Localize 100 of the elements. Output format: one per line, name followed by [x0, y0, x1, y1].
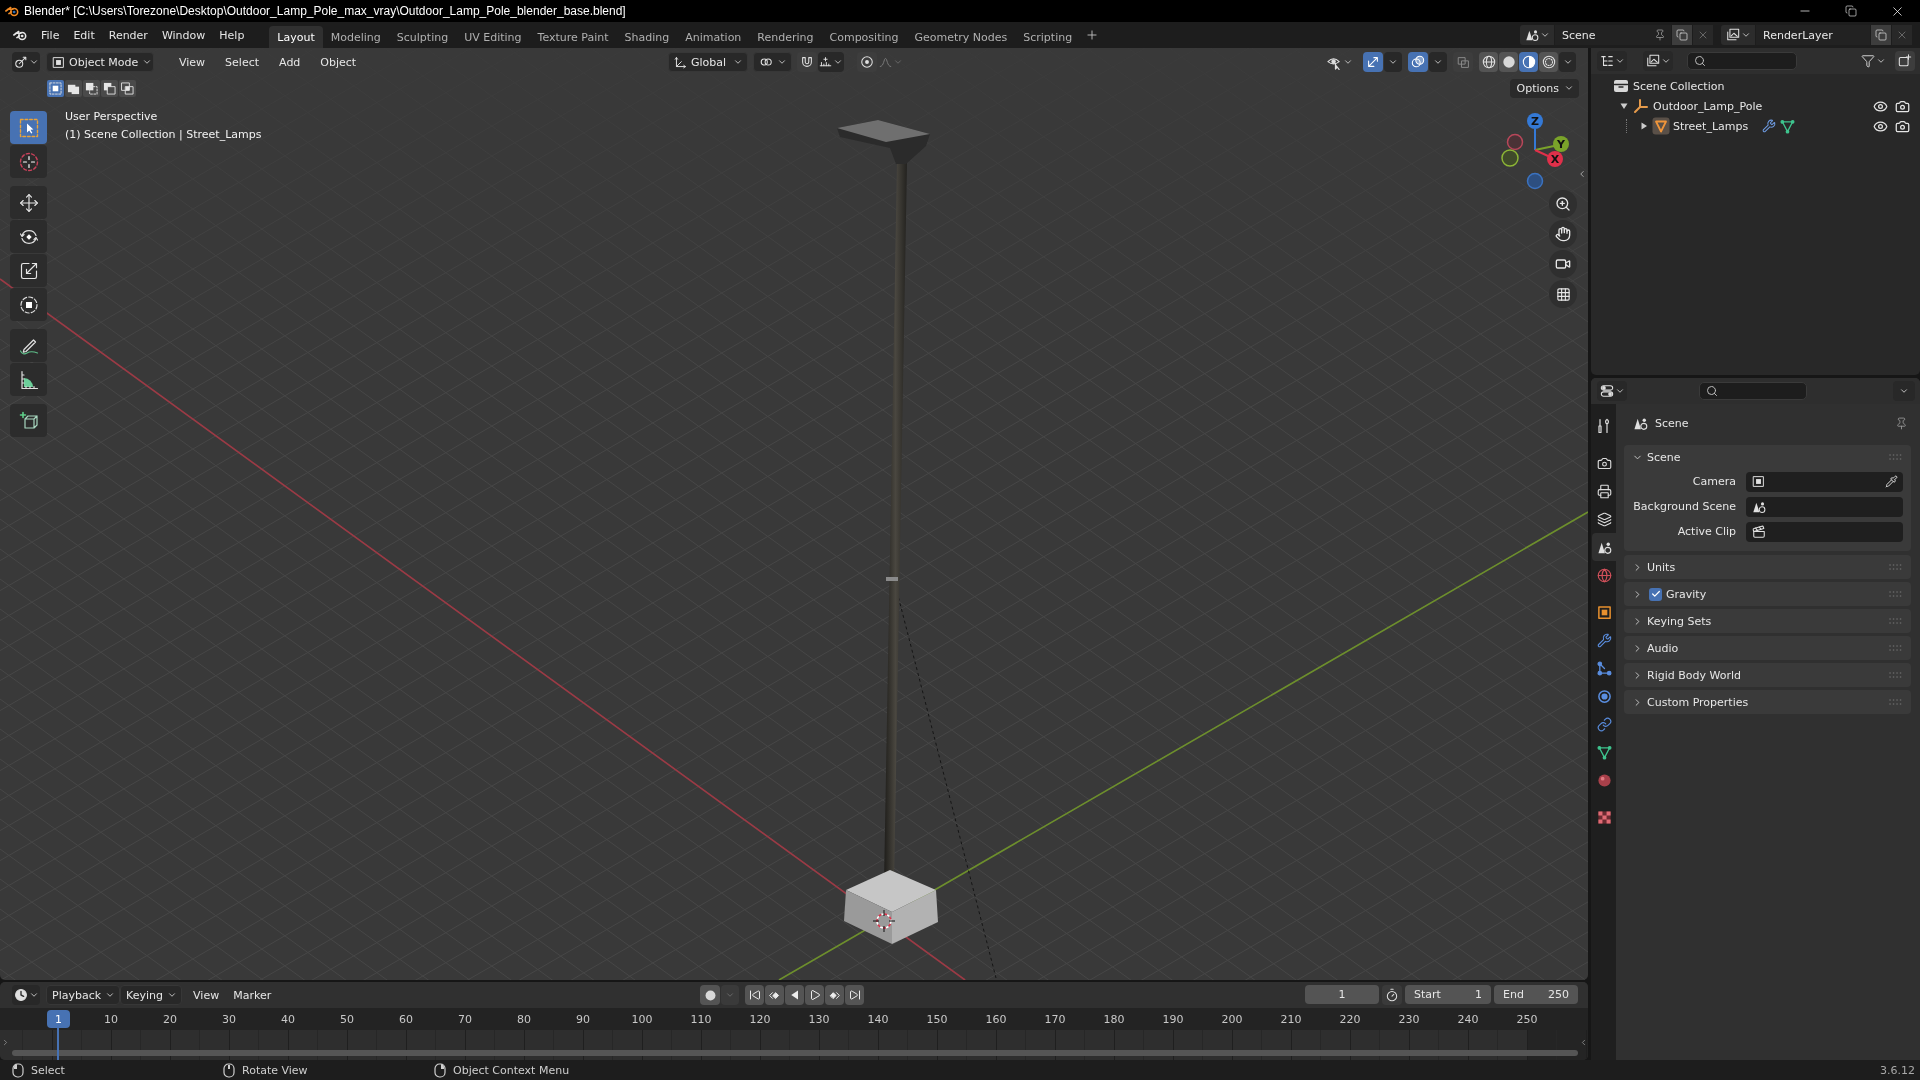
- scene-dropdown[interactable]: [1520, 25, 1554, 45]
- shading-mode-button[interactable]: [1499, 52, 1518, 72]
- previous-keyframe-button[interactable]: [765, 985, 784, 1005]
- overlays-toggle[interactable]: [1408, 52, 1428, 72]
- outliner-item[interactable]: Outdoor_Lamp_Pole: [1591, 96, 1920, 116]
- section-header[interactable]: Rigid Body World: [1624, 663, 1911, 687]
- current-frame-field[interactable]: 1: [1305, 985, 1379, 1004]
- play-reverse-button[interactable]: [785, 985, 804, 1005]
- end-frame-field[interactable]: End 250: [1494, 985, 1578, 1004]
- negative-y-handle[interactable]: [1501, 149, 1519, 167]
- timeline-track[interactable]: [0, 1030, 1588, 1060]
- workspace-tab[interactable]: Texture Paint: [529, 26, 617, 48]
- picker-field[interactable]: [1746, 471, 1903, 492]
- editor-type-button[interactable]: [12, 985, 40, 1005]
- camera-icon[interactable]: [1895, 118, 1910, 134]
- workspace-tab[interactable]: Rendering: [749, 26, 822, 48]
- editor-type-button[interactable]: [1597, 51, 1627, 71]
- jump-end-button[interactable]: [845, 985, 864, 1005]
- checkbox[interactable]: [1649, 587, 1662, 601]
- outliner-item[interactable]: Street_Lamps: [1591, 116, 1920, 136]
- play-button[interactable]: [805, 985, 824, 1005]
- delete-scene-button[interactable]: [1693, 25, 1713, 45]
- camera-icon[interactable]: [1895, 98, 1910, 114]
- section-header[interactable]: Custom Properties: [1624, 690, 1911, 714]
- workspace-tab[interactable]: Scripting: [1015, 26, 1081, 48]
- frame-ruler[interactable]: 1 10 20 30 40 50 60 70 80 90 100 110 120 130 140 150 160 170 180 190 200 210 220 230 240 250: [0, 1008, 1588, 1030]
- negative-z-handle[interactable]: [1526, 172, 1544, 190]
- jump-start-button[interactable]: [745, 985, 764, 1005]
- delete-view-layer-button[interactable]: [1892, 25, 1912, 45]
- keying-dropdown[interactable]: Keying: [120, 985, 183, 1005]
- menu-item[interactable]: Select: [218, 52, 267, 72]
- workspace-tab[interactable]: Modeling: [322, 26, 389, 48]
- current-frame-marker[interactable]: 1: [47, 1010, 70, 1028]
- proportional-editing-toggle[interactable]: [857, 52, 877, 72]
- new-scene-button[interactable]: [1672, 25, 1692, 45]
- z-axis-handle[interactable]: Z: [1527, 113, 1543, 151]
- select-mode-button[interactable]: [83, 79, 100, 97]
- tool-button[interactable]: [10, 220, 47, 253]
- eye-icon[interactable]: [1873, 118, 1888, 134]
- workspace-tab[interactable]: Geometry Nodes: [906, 26, 1016, 48]
- tool-button[interactable]: [10, 363, 47, 396]
- perspective-toggle-button[interactable]: [1549, 280, 1577, 308]
- menu-item[interactable]: Add: [272, 52, 308, 72]
- eye-icon[interactable]: [1873, 98, 1888, 114]
- section-header[interactable]: Gravity: [1624, 582, 1911, 606]
- 3d-viewport[interactable]: Object Mode View Select Add Object Global Options User Perspective (1) Scene Collection | Street_Lamps Z Y X: [0, 48, 1588, 980]
- auto-keying-toggle[interactable]: [700, 985, 720, 1005]
- editor-type-button[interactable]: [1597, 381, 1627, 401]
- menu-item[interactable]: Render: [101, 25, 155, 45]
- workspace-tab[interactable]: Compositing: [821, 26, 907, 48]
- select-mode-button[interactable]: [101, 79, 118, 97]
- view-layer-name-field[interactable]: RenderLayer: [1756, 25, 1870, 45]
- section-header[interactable]: Keying Sets: [1624, 609, 1911, 633]
- picker-field[interactable]: [1746, 496, 1903, 517]
- camera-view-button[interactable]: [1549, 250, 1577, 278]
- object-mode-dropdown[interactable]: Object Mode: [46, 52, 154, 72]
- gizmo-toggle[interactable]: [1363, 52, 1383, 72]
- next-keyframe-button[interactable]: [825, 985, 844, 1005]
- x-axis-handle[interactable]: X: [1534, 149, 1563, 167]
- properties-tab[interactable]: [1592, 533, 1616, 561]
- snap-element-dropdown[interactable]: [818, 52, 844, 72]
- workspace-tab[interactable]: Layout: [269, 26, 323, 48]
- options-dropdown[interactable]: Options: [1509, 78, 1579, 98]
- menu-item[interactable]: Help: [212, 25, 252, 45]
- menu-item[interactable]: Object: [313, 52, 364, 72]
- section-header[interactable]: Audio: [1624, 636, 1911, 660]
- section-header[interactable]: Scene: [1624, 445, 1911, 469]
- pan-button[interactable]: [1549, 220, 1577, 248]
- workspace-tab[interactable]: Shading: [616, 26, 678, 48]
- pivot-dropdown[interactable]: [753, 52, 792, 72]
- scrollbar[interactable]: [12, 1050, 1578, 1056]
- display-mode-dropdown[interactable]: [1643, 51, 1673, 71]
- menu-item[interactable]: File: [34, 25, 67, 45]
- playback-dropdown[interactable]: Playback: [46, 985, 121, 1005]
- tool-button[interactable]: [10, 288, 47, 321]
- picker-field[interactable]: [1746, 521, 1903, 542]
- view-layer-dropdown[interactable]: [1721, 25, 1755, 45]
- select-mode-button[interactable]: [47, 79, 64, 97]
- menu-item[interactable]: Window: [154, 25, 213, 45]
- shading-mode-button[interactable]: [1479, 52, 1498, 72]
- menu-item[interactable]: View: [172, 52, 213, 72]
- section-header[interactable]: Units: [1624, 555, 1911, 579]
- scene-name-field[interactable]: Scene: [1555, 25, 1671, 45]
- shading-mode-button[interactable]: [1519, 52, 1538, 72]
- search-field[interactable]: [1687, 52, 1797, 70]
- new-view-layer-button[interactable]: [1871, 25, 1891, 45]
- editor-type-button[interactable]: [12, 52, 40, 72]
- y-axis-handle[interactable]: Y: [1534, 136, 1569, 152]
- tool-button[interactable]: [10, 254, 47, 287]
- tool-button[interactable]: [10, 186, 47, 219]
- menu-item[interactable]: View: [186, 985, 227, 1005]
- xray-toggle[interactable]: [1453, 52, 1473, 72]
- menu-item[interactable]: Marker: [226, 985, 279, 1005]
- outliner-item[interactable]: Scene Collection: [1591, 76, 1920, 96]
- workspace-tab[interactable]: Animation: [677, 26, 750, 48]
- search-field[interactable]: [1699, 382, 1807, 400]
- tool-button[interactable]: [10, 329, 47, 362]
- select-mode-button[interactable]: [119, 79, 136, 97]
- menu-item[interactable]: Edit: [66, 25, 102, 45]
- negative-x-handle[interactable]: [1506, 133, 1524, 151]
